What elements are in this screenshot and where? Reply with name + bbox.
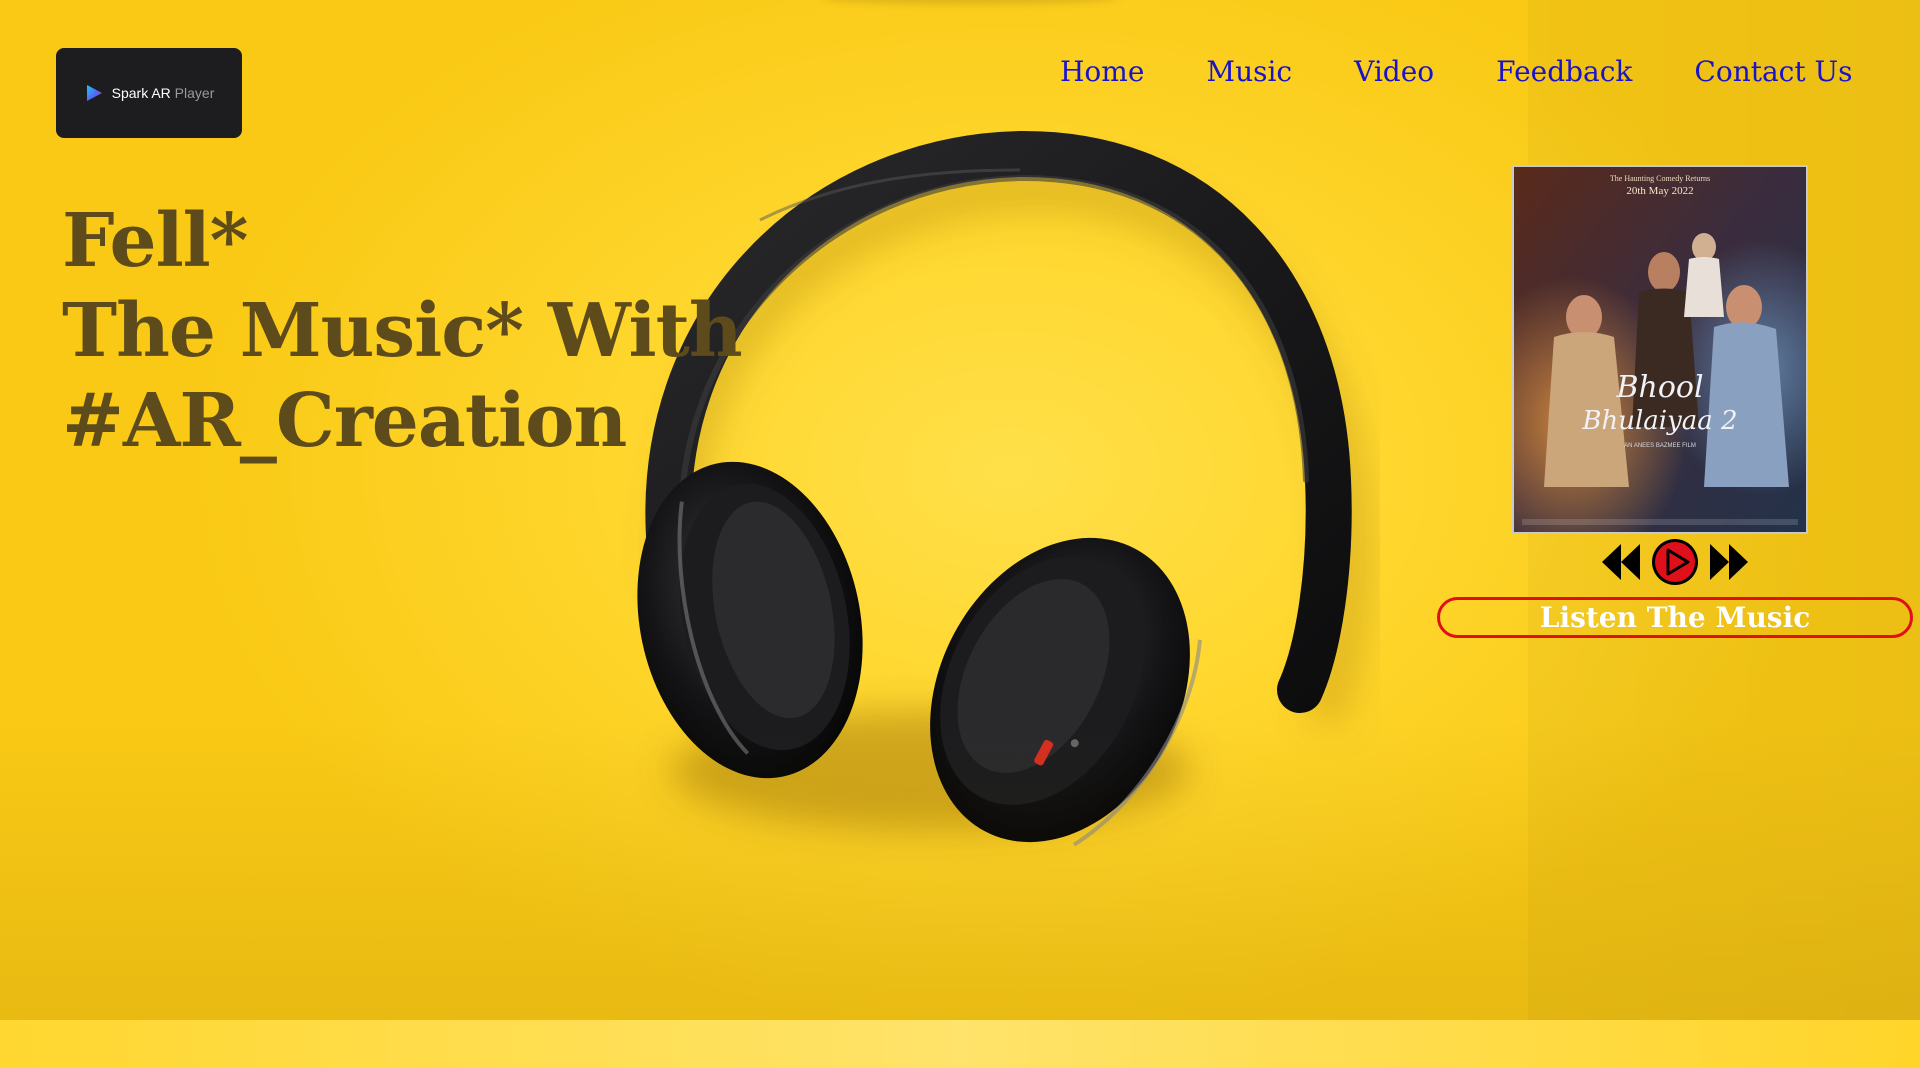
background-shade bbox=[0, 720, 1920, 1020]
poster-date: 20th May 2022 bbox=[1626, 185, 1693, 197]
hero-headline: Fell* The Music* With #AR_Creation bbox=[62, 196, 743, 466]
bottom-band bbox=[0, 1020, 1920, 1068]
logo-suffix: Player bbox=[174, 85, 215, 101]
nav-music[interactable]: Music bbox=[1206, 52, 1292, 92]
play-icon[interactable] bbox=[1651, 538, 1699, 586]
headline-line-1: Fell* bbox=[62, 198, 248, 284]
logo-name: Spark AR bbox=[111, 85, 171, 101]
nav-home[interactable]: Home bbox=[1060, 52, 1144, 92]
poster-tagline: The Haunting Comedy Returns bbox=[1610, 174, 1710, 183]
album-poster[interactable]: The Haunting Comedy Returns 20th May 202… bbox=[1512, 165, 1808, 534]
headline-line-2: The Music* With bbox=[62, 288, 743, 374]
fast-forward-icon[interactable] bbox=[1708, 540, 1750, 584]
poster-title-line-2: Bhulaiyaa 2 bbox=[1581, 406, 1737, 436]
play-triangle-icon bbox=[86, 85, 102, 101]
decorative-shadow bbox=[820, 0, 1120, 4]
nav-contact-us[interactable]: Contact Us bbox=[1694, 52, 1852, 92]
listen-the-music-button[interactable]: Listen The Music bbox=[1437, 597, 1913, 638]
rewind-icon[interactable] bbox=[1600, 540, 1642, 584]
headline-line-3: #AR_Creation bbox=[62, 378, 627, 464]
player-controls bbox=[1600, 537, 1750, 587]
main-nav: Home Music Video Feedback Contact Us bbox=[1060, 52, 1852, 92]
poster-credit: AN ANEES BAZMEE FILM bbox=[1624, 443, 1696, 449]
nav-feedback[interactable]: Feedback bbox=[1496, 52, 1632, 92]
poster-title-line-1: Bhool bbox=[1615, 370, 1703, 405]
spark-ar-player-logo[interactable]: Spark AR Player bbox=[56, 48, 242, 138]
nav-video[interactable]: Video bbox=[1354, 52, 1434, 92]
